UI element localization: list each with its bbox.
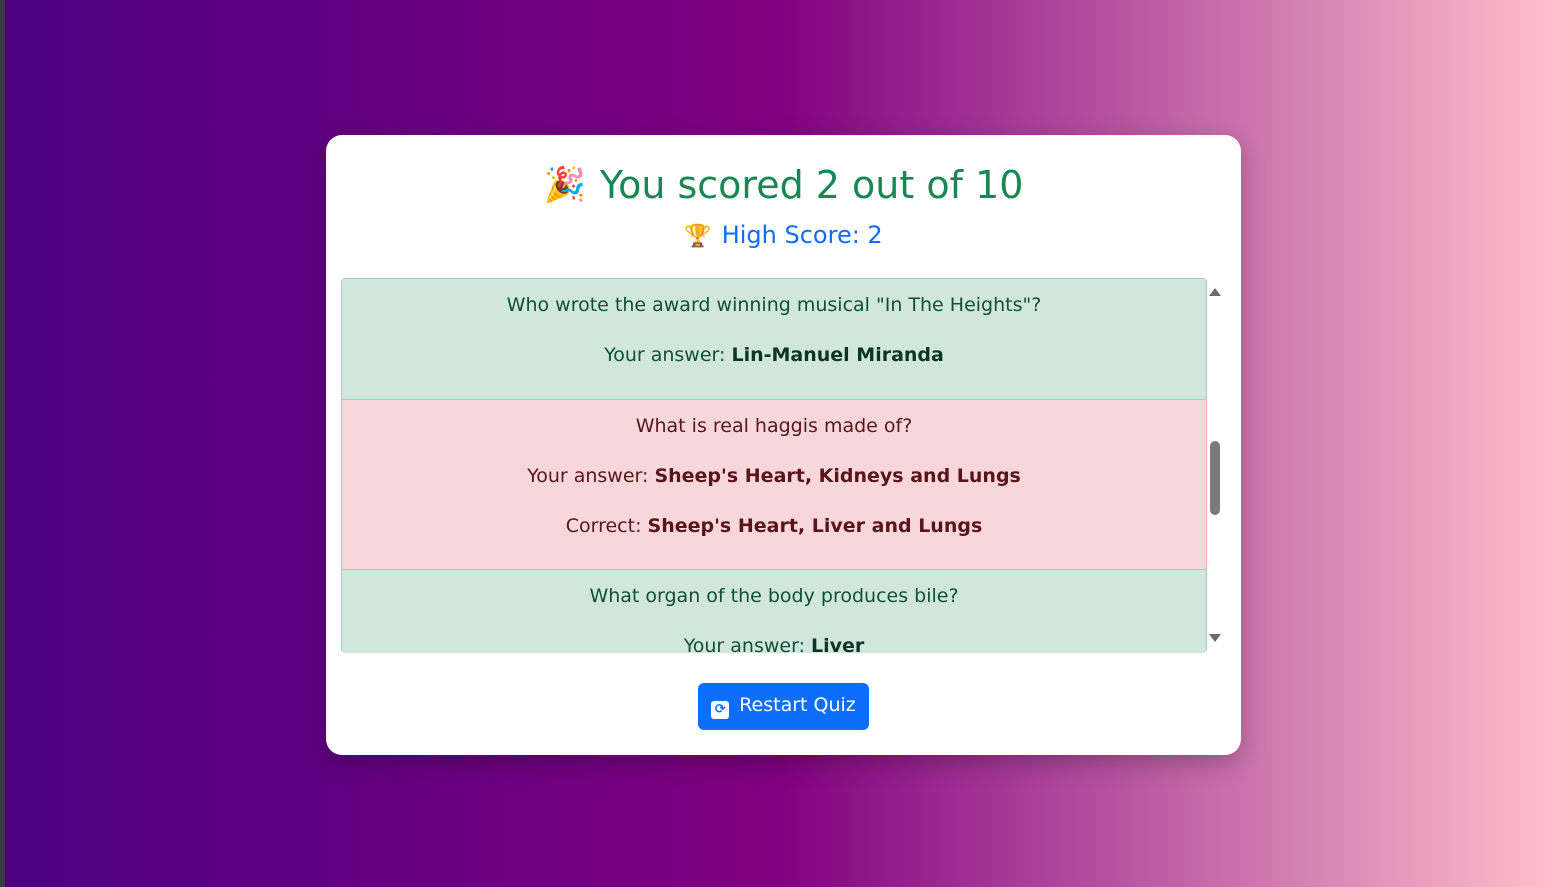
review-item-correct: What organ of the body produces bile? Yo… [341,569,1207,653]
window-edge [0,0,5,887]
restart-quiz-label: Restart Quiz [739,694,856,716]
score-title: 🎉 You scored 2 out of 10 [326,161,1241,209]
your-answer-value: Sheep's Heart, Kidneys and Lungs [654,465,1021,487]
answer-review-list[interactable]: Who wrote the award winning musical "In … [341,278,1224,653]
score-text: You scored 2 out of 10 [599,163,1024,207]
scrollbar-thumb[interactable] [1210,441,1220,515]
your-answer-label: Your answer: [604,344,726,366]
correct-answer-label: Correct: [565,515,642,537]
your-answer-value: Lin-Manuel Miranda [731,344,944,366]
correct-answer: Correct: Sheep's Heart, Liver and Lungs [352,514,1196,538]
scroll-up-arrow-icon[interactable] [1209,288,1221,296]
your-answer: Your answer: Lin-Manuel Miranda [352,343,1196,367]
scroll-down-arrow-icon[interactable] [1209,634,1221,642]
answer-review-scroll-area[interactable]: Who wrote the award winning musical "In … [341,278,1207,653]
review-item-wrong: What is real haggis made of? Your answer… [341,399,1207,570]
scrollbar[interactable] [1207,278,1224,653]
your-answer: Your answer: Liver [352,634,1196,653]
question-text: What organ of the body produces bile? [589,585,959,607]
refresh-icon: ⟳ [711,701,730,719]
high-score-text: High Score: 2 [721,221,883,249]
trophy-icon: 🏆 [684,224,712,249]
question-text: Who wrote the award winning musical "In … [506,294,1042,316]
party-popper-icon: 🎉 [543,165,586,205]
your-answer-label: Your answer: [527,465,649,487]
review-item-correct: Who wrote the award winning musical "In … [341,278,1207,400]
restart-quiz-button[interactable]: ⟳ Restart Quiz [698,683,869,730]
question-text: What is real haggis made of? [635,415,913,437]
your-answer-value: Liver [811,635,865,653]
results-card: 🎉 You scored 2 out of 10 🏆 High Score: 2 W… [326,135,1241,755]
your-answer-label: Your answer: [683,635,805,653]
high-score: 🏆 High Score: 2 [326,219,1241,253]
your-answer: Your answer: Sheep's Heart, Kidneys and … [352,464,1196,488]
correct-answer-value: Sheep's Heart, Liver and Lungs [647,515,983,537]
